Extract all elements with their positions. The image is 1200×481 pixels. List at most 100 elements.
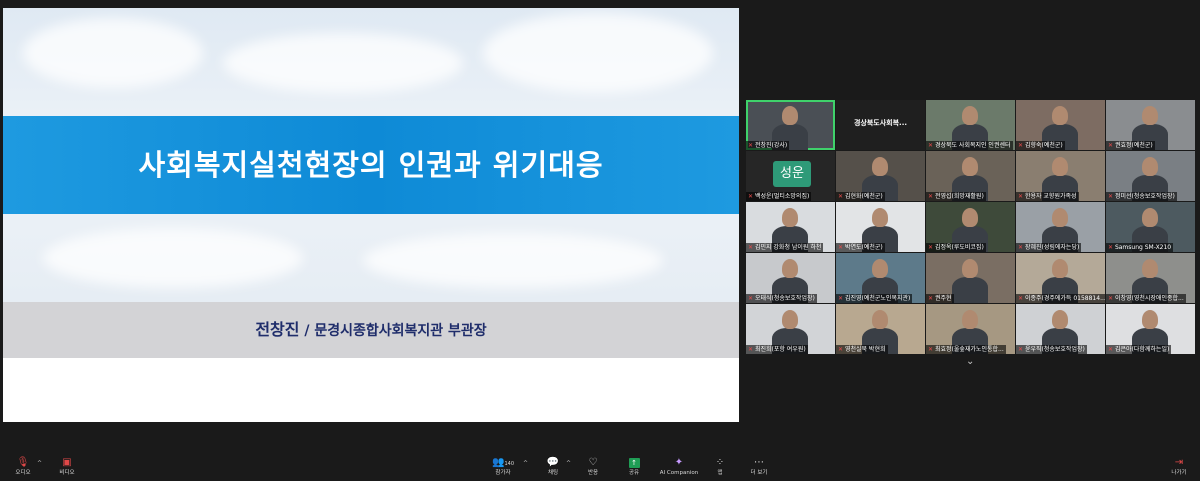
mic-muted-icon: ✕ [1018,244,1025,251]
chevron-down-icon[interactable]: ⌄ [966,356,974,367]
react-label: 반응 [587,470,599,476]
participant-head [1142,259,1158,278]
mic-muted-icon: ✕ [748,346,755,353]
participant-head [1052,106,1068,125]
participant-tile[interactable]: ✕ 한용자 교향원가족성 [1016,151,1105,201]
participant-tile[interactable]: ✕ 박연도(예천군) [836,202,925,252]
participant-tile[interactable]: ✕ 김향숙(예천군) [1016,100,1105,150]
participant-head [782,310,798,329]
participant-tile[interactable]: ✕ 윤우직(청송보호작업장) [1016,304,1105,354]
audio-caret-icon[interactable]: ^ [37,460,42,467]
participant-name-label: ✕ 김은아(다함께하는일) [1106,345,1172,354]
participant-head [962,208,978,227]
participant-head [872,259,888,278]
chat-button[interactable]: 💬 채팅 [541,456,565,477]
avatar: 성운 [773,161,811,187]
mic-muted-icon: ✕ [1108,193,1115,200]
participant-tile[interactable]: ✕ 경상북도 사회복지인 인권센터 [926,100,1015,150]
mic-muted-icon: ✕ [748,193,755,200]
participant-head [1142,106,1158,125]
participant-head [782,106,798,125]
chat-label: 채팅 [547,470,559,476]
participant-tile[interactable]: ✕ 권주현 [926,253,1015,303]
more-label: 더 보기 [750,470,768,476]
participant-name-label: ✕ 오태식(청송보호작업장) [746,294,817,303]
participant-name: 김향숙(예천군) [1024,142,1063,149]
participant-tile[interactable]: ✕ 영천실북 박현희 [836,304,925,354]
participant-tile[interactable]: ✕ 장혜진(성림에자는당) [1016,202,1105,252]
participant-tile[interactable]: ✕ 이창영(영천시장애인종합... [1106,253,1195,303]
participant-name-label: ✕ 전영섭(희망재활원) [926,192,986,201]
participant-name: 최진희(포항 여우원) [754,346,806,353]
mic-muted-icon: ✕ [748,142,755,149]
participant-head [1052,157,1068,176]
leave-button[interactable]: ⇥ 나가기 [1166,456,1192,477]
mic-muted-icon: ✕ [1018,142,1025,149]
participant-tile[interactable]: ✕ 오태식(청송보호작업장) [746,253,835,303]
leave-icon: ⇥ [1174,457,1184,468]
participant-name: 한용자 교향원가족성 [1024,193,1077,200]
mic-muted-icon: ✕ [1018,295,1025,302]
participant-name: 경상북도 사회복지인 인권센터 [934,142,1011,149]
participant-name: 이창영(영천시장애인종합... [1114,295,1184,302]
participant-name: 김현화(예천군) [844,193,883,200]
participants-caret-icon[interactable]: ^ [523,460,528,467]
participant-tile[interactable]: ✕ 정미선(청송보호작업장) [1106,151,1195,201]
chat-caret-icon[interactable]: ^ [566,460,571,467]
participant-tile[interactable]: ✕ 김민지 강화청 남이원 하천 [746,202,835,252]
participant-tile[interactable]: ✕ 최효정(울숲재가노인통합... [926,304,1015,354]
share-button[interactable]: ↑ 공유 [622,456,646,477]
react-button[interactable]: ♡ 반응 [581,456,605,477]
apps-button[interactable]: ⁘ 앱 [709,456,731,477]
mic-muted-icon: ✕ [838,244,845,251]
mic-muted-icon: ✕ [928,193,935,200]
participant-name-label: ✕ 경상북도 사회복지인 인권센터 [926,141,1013,150]
participant-name-label: ✕ 최진희(포항 여우원) [746,345,808,354]
sparkle-icon: ✦ [674,457,684,468]
presenter-separator: / [304,323,310,339]
participant-tile[interactable]: ✕ 권효정(예천군) [1106,100,1195,150]
participant-tile[interactable]: ✕ 김은아(다함께하는일) [1106,304,1195,354]
participant-tile[interactable]: ✕ 이종주(경주에가득 0158814... [1016,253,1105,303]
participant-tile[interactable]: ✕ 김진영(예천군노인복지관) [836,253,925,303]
mic-muted-icon: ✕ [1108,346,1115,353]
more-button[interactable]: ⋯ 더 보기 [745,456,773,477]
participant-name: Samsung SM-X210 [1114,244,1172,251]
chat-icon: 💬 [546,457,560,468]
participant-name-label: ✕ 이창영(영천시장애인종합... [1106,294,1186,303]
participant-body [952,277,988,303]
participant-tile[interactable]: ✕ 김정옥(루도비코집) [926,202,1015,252]
participants-icon: 👥140 [492,457,514,468]
mic-muted-icon: ✕ [928,244,935,251]
participants-count: 140 [504,461,514,467]
participant-tile[interactable]: 성운 ✕ 백성운(멀티소망의집) [746,151,835,201]
participant-name: 백성운(멀티소망의집) [754,193,810,200]
mic-muted-icon: ✕ [1018,193,1025,200]
mic-muted-icon: ✕ [838,295,845,302]
participant-name: 이종주(경주에가득 0158814... [1024,295,1105,302]
participant-tile[interactable]: ✕ 전영섭(희망재활원) [926,151,1015,201]
participant-head [782,259,798,278]
participant-tile[interactable]: ✕ 전창진(강사) [746,100,835,150]
audio-button[interactable]: 🎙 오디오 [10,456,36,477]
participant-tile[interactable]: 경상북도사회복... [836,100,925,150]
participant-tile[interactable]: ✕ 최진희(포항 여우원) [746,304,835,354]
presenter-line: 전창진 / 문경시종합사회복지관 부관장 [3,302,739,358]
participants-button[interactable]: 👥140 참가자 [488,456,518,477]
participant-head [872,157,888,176]
ai-companion-label: AI Companion [659,470,699,476]
participant-tile[interactable]: ✕ 김현화(예천군) [836,151,925,201]
participant-tile[interactable]: ✕ Samsung SM-X210 [1106,202,1195,252]
ai-companion-button[interactable]: ✦ AI Companion [658,456,700,477]
participant-head [1052,259,1068,278]
slide-title: 사회복지실천현장의 인권과 위기대응 [138,148,604,182]
video-label: 비디오 [59,470,75,476]
participant-head [1142,157,1158,176]
participant-head [1142,310,1158,329]
participants-label: 참가자 [495,470,511,476]
slide-footer [3,358,739,422]
video-button[interactable]: ▣ 비디오 [54,456,80,477]
mic-muted-icon: ✕ [1108,142,1115,149]
leave-label: 나가기 [1171,470,1187,476]
participant-gallery[interactable]: ✕ 전창진(강사) 경상북도사회복... ✕ 경상북도 사회복지인 인권센터 ✕ 김향… [746,100,1196,354]
